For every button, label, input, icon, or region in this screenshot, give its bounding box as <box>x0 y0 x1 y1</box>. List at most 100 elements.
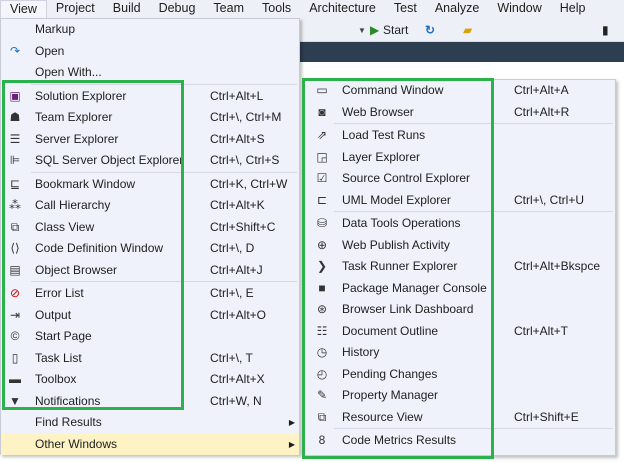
start-button[interactable]: Start <box>383 23 408 37</box>
start-page-icon: © <box>10 329 20 343</box>
menu-item-web-publish-activity[interactable]: ⊕ Web Publish Activity <box>304 235 615 257</box>
menu-item-data-tools-operations[interactable]: ⛁ Data Tools Operations <box>304 213 615 235</box>
team-explorer-icon: ☗ <box>9 110 21 124</box>
source-control-icon: ☑ <box>316 171 328 185</box>
start-play-icon[interactable]: ▶ <box>370 23 379 37</box>
menu-item-browser-link-dashboard[interactable]: ⊛ Browser Link Dashboard <box>304 299 615 321</box>
dropdown-arrow-icon[interactable]: ▼ <box>358 26 366 35</box>
browser-link-icon: ⊛ <box>316 302 328 316</box>
menu-item-web-browser[interactable]: ◙ Web Browser Ctrl+Alt+R <box>304 102 615 124</box>
shortcut-text: Ctrl+Alt+X <box>210 372 265 386</box>
solution-explorer-icon: ▣ <box>9 88 21 103</box>
menu-analyze[interactable]: Analyze <box>426 0 488 18</box>
menu-item-open-with[interactable]: Open With... <box>1 62 299 84</box>
pending-changes-icon: ◴ <box>316 366 328 381</box>
menu-tools[interactable]: Tools <box>253 0 300 18</box>
menu-item-object-browser[interactable]: ▤ Object Browser Ctrl+Alt+J <box>1 260 299 282</box>
bookmark-window-icon: ⊑ <box>9 176 21 191</box>
menu-test[interactable]: Test <box>385 0 426 18</box>
toolbar: ▼ ▶ Start ↻ ▰ ▮ <box>300 18 624 42</box>
toolbox-icon: ▬ <box>9 372 21 386</box>
menu-item-task-runner-explorer[interactable]: ❯ Task Runner Explorer Ctrl+Alt+Bkspce <box>304 256 615 278</box>
menu-item-label: Error List <box>35 286 84 300</box>
menu-window[interactable]: Window <box>488 0 550 18</box>
submenu-arrow-icon: ▶ <box>288 418 295 427</box>
menu-item-label: UML Model Explorer <box>342 192 451 207</box>
menu-item-code-metrics-results[interactable]: 8 Code Metrics Results <box>304 430 615 452</box>
package-manager-icon: ■ <box>318 280 326 295</box>
shortcut-text: Ctrl+Alt+S <box>210 131 265 146</box>
menu-item-package-manager-console[interactable]: ■ Package Manager Console <box>304 278 615 300</box>
menu-item-find-results[interactable]: Find Results ▶ <box>1 412 299 434</box>
shortcut-text: Ctrl+Alt+J <box>210 262 263 277</box>
menu-item-solution-explorer[interactable]: ▣ Solution Explorer Ctrl+Alt+L <box>1 86 299 108</box>
shortcut-text: Ctrl+\, Ctrl+S <box>210 153 280 167</box>
menu-item-label: History <box>342 345 380 359</box>
command-window-icon: ▭ <box>316 83 328 97</box>
code-metrics-icon: 8 <box>318 433 326 447</box>
menu-item-open[interactable]: ↷ Open <box>1 41 299 63</box>
shortcut-text: Ctrl+\, Ctrl+M <box>210 110 282 124</box>
menu-item-label: Other Windows <box>35 436 118 451</box>
shortcut-text: Ctrl+Alt+R <box>514 104 570 119</box>
menu-architecture[interactable]: Architecture <box>300 0 385 18</box>
menu-item-layer-explorer[interactable]: ◲ Layer Explorer <box>304 147 615 169</box>
class-view-icon: ⧉ <box>10 219 20 234</box>
document-outline-icon: ☷ <box>316 323 328 338</box>
menu-item-pending-changes[interactable]: ◴ Pending Changes <box>304 364 615 386</box>
find-icon[interactable]: ▰ <box>463 23 472 37</box>
bookmark-icon[interactable]: ▮ <box>602 23 609 37</box>
menu-item-bookmark-window[interactable]: ⊑ Bookmark Window Ctrl+K, Ctrl+W <box>1 174 299 196</box>
menu-debug[interactable]: Debug <box>150 0 205 18</box>
load-test-icon: ⇗ <box>316 128 328 142</box>
menu-item-label: Web Browser <box>342 104 414 119</box>
menu-item-sql-server-object-explorer[interactable]: ⊫ SQL Server Object Explorer Ctrl+\, Ctrl+… <box>1 150 299 172</box>
shortcut-text: Ctrl+\, Ctrl+U <box>514 192 585 207</box>
menu-help[interactable]: Help <box>551 0 595 18</box>
code-definition-icon: ⟨⟩ <box>10 241 20 255</box>
menu-item-document-outline[interactable]: ☷ Document Outline Ctrl+Alt+T <box>304 321 615 343</box>
view-menu: Markup ↷ Open Open With... ▣ Solution Explore… <box>0 18 300 455</box>
menu-item-label: Solution Explorer <box>35 88 127 103</box>
menu-item-server-explorer[interactable]: ☰ Server Explorer Ctrl+Alt+S <box>1 129 299 151</box>
menu-item-label: Pending Changes <box>342 366 438 381</box>
menu-item-class-view[interactable]: ⧉ Class View Ctrl+Shift+C <box>1 217 299 239</box>
menu-item-history[interactable]: ◷ History <box>304 342 615 364</box>
menu-item-source-control-explorer[interactable]: ☑ Source Control Explorer <box>304 168 615 190</box>
menu-item-label: Output <box>35 307 72 322</box>
shortcut-text: Ctrl+Alt+O <box>210 307 267 322</box>
shortcut-text: Ctrl+W, N <box>210 393 262 408</box>
shortcut-text: Ctrl+Alt+Bkspce <box>514 259 601 273</box>
menu-item-command-window[interactable]: ▭ Command Window Ctrl+Alt+A <box>304 80 615 102</box>
menu-item-toolbox[interactable]: ▬ Toolbox Ctrl+Alt+X <box>1 369 299 391</box>
task-runner-icon: ❯ <box>316 259 328 273</box>
menu-item-notifications[interactable]: ▼ Notifications Ctrl+W, N <box>1 391 299 413</box>
menu-item-call-hierarchy[interactable]: ⁂ Call Hierarchy Ctrl+Alt+K <box>1 195 299 217</box>
menu-item-team-explorer[interactable]: ☗ Team Explorer Ctrl+\, Ctrl+M <box>1 107 299 129</box>
menu-item-other-windows[interactable]: Other Windows ▶ <box>1 433 299 455</box>
refresh-icon[interactable]: ↻ <box>425 23 435 37</box>
menu-item-task-list[interactable]: ▯ Task List Ctrl+\, T <box>1 348 299 370</box>
menu-item-resource-view[interactable]: ⧉ Resource View Ctrl+Shift+E <box>304 407 615 429</box>
menu-view[interactable]: View <box>0 0 47 18</box>
wrench-icon: ✎ <box>316 388 328 402</box>
menu-item-start-page[interactable]: © Start Page <box>1 326 299 348</box>
menu-item-label: Object Browser <box>35 262 118 277</box>
shortcut-text: Ctrl+Shift+E <box>514 409 579 424</box>
menu-item-output[interactable]: ⇥ Output Ctrl+Alt+O <box>1 305 299 327</box>
notifications-icon: ▼ <box>9 393 21 408</box>
menu-item-label: Open <box>35 43 65 58</box>
other-windows-submenu: ▭ Command Window Ctrl+Alt+A ◙ Web Browser Ctr… <box>303 79 616 456</box>
menu-item-markup[interactable]: Markup <box>1 19 299 41</box>
menu-project[interactable]: Project <box>47 0 104 18</box>
menu-item-code-definition-window[interactable]: ⟨⟩ Code Definition Window Ctrl+\, D <box>1 238 299 260</box>
menu-item-property-manager[interactable]: ✎ Property Manager <box>304 385 615 407</box>
object-browser-icon: ▤ <box>9 262 21 277</box>
menu-item-error-list[interactable]: ⊘ Error List Ctrl+\, E <box>1 283 299 305</box>
menu-build[interactable]: Build <box>104 0 150 18</box>
menu-item-load-test-runs[interactable]: ⇗ Load Test Runs <box>304 125 615 147</box>
web-browser-icon: ◙ <box>318 104 326 119</box>
output-icon: ⇥ <box>9 307 21 322</box>
menu-team[interactable]: Team <box>204 0 253 18</box>
menu-item-uml-model-explorer[interactable]: ⊏ UML Model Explorer Ctrl+\, Ctrl+U <box>304 190 615 212</box>
